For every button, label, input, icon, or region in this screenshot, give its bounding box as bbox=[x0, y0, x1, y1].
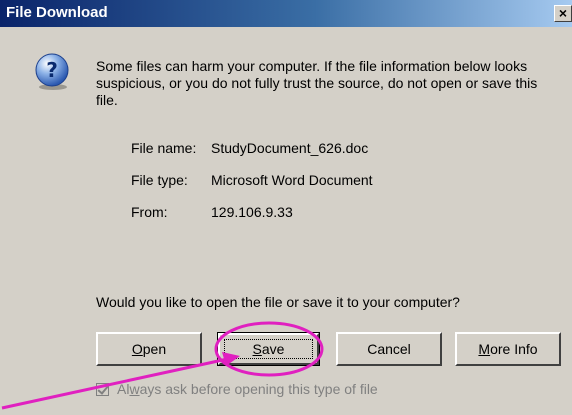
checkbox-label-prefix: Al bbox=[117, 381, 130, 397]
more-info-button[interactable]: More Info bbox=[455, 332, 561, 366]
file-name-label: File name: bbox=[131, 140, 197, 156]
save-label: Save bbox=[218, 334, 319, 364]
checkbox-mnemonic: w bbox=[129, 381, 140, 397]
open-mnemonic: O bbox=[131, 341, 143, 357]
open-button[interactable]: Open bbox=[96, 332, 202, 366]
more-mnemonic: M bbox=[478, 341, 491, 357]
always-ask-checkbox[interactable] bbox=[96, 383, 109, 396]
from-value: 129.106.9.33 bbox=[211, 204, 293, 220]
from-label: From: bbox=[131, 204, 168, 220]
save-button[interactable]: Save bbox=[217, 332, 320, 366]
close-icon: × bbox=[558, 5, 568, 21]
window-title: File Download bbox=[6, 4, 108, 21]
file-type-label: File type: bbox=[131, 172, 188, 188]
close-button[interactable]: × bbox=[554, 5, 572, 22]
cancel-button[interactable]: Cancel bbox=[336, 332, 442, 366]
warning-message: Some files can harm your computer. If th… bbox=[96, 58, 538, 108]
open-or-save-question: Would you like to open the file or save … bbox=[96, 294, 460, 310]
question-icon: ? bbox=[35, 53, 69, 90]
checkbox-label-rest: ays ask before opening this type of file bbox=[139, 381, 378, 397]
save-mnemonic: S bbox=[252, 341, 262, 357]
file-name-value: StudyDocument_626.doc bbox=[211, 140, 369, 156]
title-bar[interactable]: File Download × bbox=[0, 0, 572, 27]
svg-text:?: ? bbox=[46, 58, 58, 82]
more-label-rest: ore Info bbox=[490, 341, 538, 357]
open-label-rest: pen bbox=[142, 341, 167, 357]
always-ask-checkbox-row[interactable]: Always ask before opening this type of f… bbox=[96, 381, 378, 397]
save-label-rest: ave bbox=[261, 341, 285, 357]
file-type-value: Microsoft Word Document bbox=[211, 172, 373, 188]
file-download-dialog: File Download × ? Some files can harm yo… bbox=[0, 0, 572, 415]
